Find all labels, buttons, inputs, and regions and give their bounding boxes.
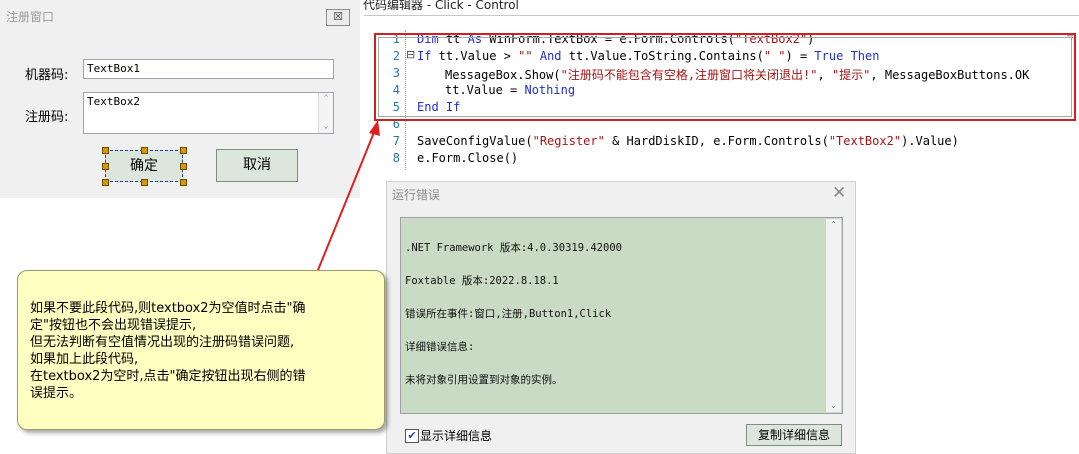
arrow-head [369, 120, 380, 136]
arrow-line [317, 129, 376, 271]
callout-line: 误提示。 [30, 386, 83, 401]
